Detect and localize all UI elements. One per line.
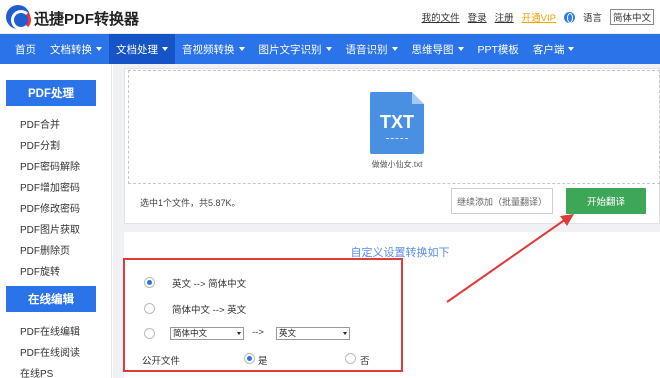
nav-doc-convert-label: 文档转换 [50,43,92,56]
file-ext-label: TXT [380,112,414,132]
sidebar-item-pdf-rotate[interactable]: PDF旋转 [20,263,60,278]
language-select[interactable]: 简体中文 [609,9,654,25]
sidebar-section-pdf: PDF处理 [6,80,96,106]
nav-av-convert-label: 音视频转换 [182,43,235,56]
chevron-down-icon [238,47,245,51]
language-label: 语言 [582,13,602,24]
nav-ppt[interactable]: PPT模板 [471,34,526,64]
chevron-down-icon [96,47,102,51]
main-nav: 首页 文档转换 文档处理 音视频转换 图片文字识别 语音识别 思维导图 PPT模… [0,34,660,64]
options-highlight-box [123,258,403,372]
sidebar-item-pdf-unlock[interactable]: PDF密码解除 [20,158,80,173]
app-logo-icon [6,5,31,30]
nav-ocr-label: 图片文字识别 [258,43,322,56]
file-icon-dash [386,138,408,139]
sidebar-item-pdf-merge[interactable]: PDF合并 [20,116,60,131]
sidebar-item-pdf-images[interactable]: PDF图片获取 [20,221,80,236]
nav-mindmap[interactable]: 思维导图 [405,34,471,64]
vip-link[interactable]: 开通VIP [522,10,556,24]
login-link[interactable]: 登录 [468,10,487,24]
selection-status: 选中1个文件，共5.87K。 [140,198,241,208]
chevron-down-icon [391,47,398,51]
globe-icon [563,11,575,23]
top-links: 我的文件 登录 注册 开通VIP 语言 简体中文 [422,9,654,25]
txt-file-icon: TXT [370,92,424,154]
sidebar-item-pdf-change-password[interactable]: PDF修改密码 [20,200,80,215]
nav-mindmap-label: 思维导图 [411,43,454,56]
start-translate-button[interactable]: 开始翻译 [566,188,646,214]
nav-doc-convert[interactable]: 文档转换 [43,34,109,64]
sidebar-item-online-edit[interactable]: PDF在线编辑 [20,323,80,338]
add-more-button[interactable]: 继续添加（批量翻译） [451,188,553,214]
chevron-down-icon [162,47,168,51]
nav-client-label: 客户端 [532,43,565,56]
sidebar-section-online-edit: 在线编辑 [6,286,96,312]
nav-av-convert[interactable]: 音视频转换 [175,34,252,64]
nav-ppt-label: PPT模板 [477,43,519,56]
brand-title: 迅捷PDF转换器 [34,11,140,28]
nav-home-label: 首页 [15,43,36,56]
nav-ocr[interactable]: 图片文字识别 [252,34,339,64]
top-header: 迅捷PDF转换器 我的文件 登录 注册 开通VIP 语言 简体中文 [0,0,660,34]
nav-doc-process-label: 文档处理 [116,43,158,56]
sidebar-item-online-read[interactable]: PDF在线阅读 [20,344,80,359]
nav-client[interactable]: 客户端 [526,34,582,64]
sidebar-item-online-ps[interactable]: 在线PS [20,365,53,378]
register-link[interactable]: 注册 [495,10,514,24]
chevron-down-icon [568,47,575,51]
chevron-down-icon [325,47,332,51]
nav-speech[interactable]: 语音识别 [339,34,405,64]
chevron-down-icon [457,47,464,51]
nav-home[interactable]: 首页 [8,34,43,64]
file-name: 做做小仙女.txt [371,160,423,169]
sidebar: PDF处理 PDF合并 PDF分割 PDF密码解除 PDF增加密码 PDF修改密… [0,64,112,378]
nav-doc-process[interactable]: 文档处理 [109,34,175,64]
sidebar-item-pdf-split[interactable]: PDF分割 [20,137,60,152]
sidebar-item-pdf-delete-page[interactable]: PDF删除页 [20,242,70,257]
nav-speech-label: 语音识别 [345,43,388,56]
sidebar-item-pdf-add-password[interactable]: PDF增加密码 [20,179,80,194]
my-files-link[interactable]: 我的文件 [422,10,460,24]
